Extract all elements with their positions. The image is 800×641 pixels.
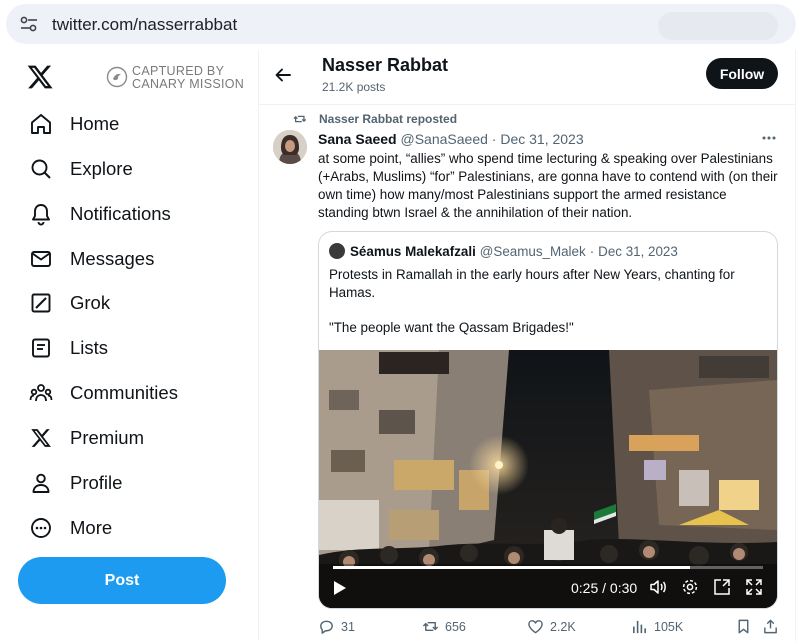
- tweet-text: at some point, “allies” who spend time l…: [318, 151, 778, 220]
- quoted-author-name: Séamus Malekafzali: [350, 243, 476, 259]
- repost-icon: [293, 115, 307, 123]
- sidebar-item-messages[interactable]: Messages: [18, 239, 154, 279]
- video-controls: 0:25 / 0:30: [319, 564, 777, 608]
- sidebar-item-label: Profile: [70, 472, 123, 493]
- browser-address-bar: twitter.com/nasserrabbat: [0, 0, 800, 50]
- more-circle-icon: [28, 515, 54, 541]
- repost-button[interactable]: 656: [422, 618, 466, 635]
- sidebar-item-label: Notifications: [70, 203, 171, 224]
- post-count: 21.2K posts: [322, 80, 386, 94]
- quoted-tweet[interactable]: Séamus Malekafzali @Seamus_Malek · Dec 3…: [318, 231, 778, 609]
- video-time: 0:25 / 0:30: [571, 580, 638, 596]
- tweet-date[interactable]: Dec 31, 2023: [500, 131, 583, 147]
- home-icon: [28, 111, 54, 137]
- sidebar-item-more[interactable]: More: [18, 508, 112, 548]
- avatar-image: [273, 130, 307, 164]
- reply-icon: [320, 620, 333, 634]
- sidebar-item-premium[interactable]: Premium: [18, 418, 144, 458]
- tweet-author-name[interactable]: Sana Saeed: [318, 131, 397, 147]
- search-icon: [28, 156, 54, 182]
- main-column: Nasser Rabbat 21.2K posts Follow Nasser …: [258, 50, 796, 641]
- quoted-text-line2: "The people want the Qassam Brigades!": [329, 320, 574, 335]
- sidebar-item-explore[interactable]: Explore: [18, 149, 133, 189]
- repost-indicator: Nasser Rabbat reposted: [293, 112, 457, 126]
- x-logo-icon: [28, 425, 54, 451]
- follow-button[interactable]: Follow: [706, 58, 778, 89]
- quoted-text-line1: Protests in Ramallah in the early hours …: [329, 267, 735, 300]
- url-bar[interactable]: twitter.com/nasserrabbat: [6, 4, 796, 44]
- share-icon[interactable]: [762, 618, 779, 635]
- url-text[interactable]: twitter.com/nasserrabbat: [52, 15, 237, 35]
- quoted-tweet-header: Séamus Malekafzali @Seamus_Malek · Dec 3…: [329, 243, 678, 259]
- people-icon: [28, 380, 54, 406]
- back-arrow-icon[interactable]: [273, 65, 293, 85]
- settings-gear-icon[interactable]: [681, 578, 699, 596]
- browser-toolbar-icons: [658, 12, 778, 40]
- heart-icon: [528, 620, 543, 634]
- tweet-header: Sana Saeed @SanaSaeed · Dec 31, 2023: [318, 131, 584, 147]
- fullscreen-icon[interactable]: [745, 578, 763, 596]
- tweet-author-handle[interactable]: @SanaSaeed: [401, 131, 488, 147]
- like-count: 2.2K: [550, 619, 576, 634]
- bookmark-icon[interactable]: [735, 618, 752, 635]
- sidebar-item-label: Messages: [70, 248, 155, 269]
- quoted-author-handle: @Seamus_Malek: [479, 243, 586, 259]
- watermark-line1: CAPTURED BY: [132, 64, 225, 78]
- canary-logo-icon: [106, 66, 128, 88]
- envelope-icon: [28, 246, 54, 272]
- sidebar-item-label: Premium: [70, 427, 145, 448]
- sidebar-item-notifications[interactable]: Notifications: [18, 194, 171, 234]
- reply-button[interactable]: 31: [318, 618, 355, 635]
- avatar[interactable]: [273, 130, 307, 164]
- x-logo-icon[interactable]: [26, 63, 54, 91]
- bar-chart-icon: [633, 620, 646, 634]
- volume-icon[interactable]: [649, 578, 667, 596]
- views-button[interactable]: 105K: [631, 618, 683, 635]
- watermark: CAPTURED BY CANARY MISSION: [106, 65, 246, 93]
- more-options-icon[interactable]: [761, 133, 777, 143]
- sidebar-item-communities[interactable]: Communities: [18, 373, 178, 413]
- sidebar-item-profile[interactable]: Profile: [18, 463, 122, 503]
- repost-label: Nasser Rabbat reposted: [319, 112, 458, 126]
- grok-icon: [28, 290, 54, 316]
- separator: ·: [491, 131, 497, 147]
- like-button[interactable]: 2.2K: [527, 618, 576, 635]
- repost-count: 656: [445, 619, 466, 634]
- post-button[interactable]: Post: [18, 557, 226, 604]
- sidebar-item-label: Grok: [70, 292, 111, 313]
- sidebar: CAPTURED BY CANARY MISSION Home Explore N…: [0, 50, 258, 641]
- site-settings-icon[interactable]: [20, 16, 38, 32]
- repost-icon: [422, 622, 439, 631]
- video-progress-fill: [333, 566, 690, 569]
- list-icon: [28, 335, 54, 361]
- sidebar-item-label: More: [70, 517, 113, 538]
- profile-name: Nasser Rabbat: [322, 55, 449, 75]
- sidebar-item-home[interactable]: Home: [18, 104, 119, 144]
- sidebar-item-label: Communities: [70, 382, 178, 403]
- sidebar-item-lists[interactable]: Lists: [18, 328, 108, 368]
- tweet-actions: 31 656 2.2K 105K: [318, 618, 788, 638]
- sidebar-item-label: Lists: [70, 337, 109, 358]
- sidebar-item-label: Home: [70, 113, 120, 134]
- sidebar-item-label: Explore: [70, 158, 133, 179]
- person-icon: [28, 470, 54, 496]
- reply-count: 31: [341, 619, 355, 634]
- quoted-tweet-text: Protests in Ramallah in the early hours …: [329, 266, 769, 354]
- profile-header: Nasser Rabbat 21.2K posts Follow: [259, 50, 795, 105]
- video-icon-group: [649, 578, 763, 596]
- watermark-text: CAPTURED BY CANARY MISSION: [132, 65, 244, 91]
- play-icon[interactable]: [333, 580, 347, 596]
- quoted-avatar: [329, 243, 345, 259]
- view-count: 105K: [654, 619, 684, 634]
- separator: ·: [589, 243, 595, 259]
- sidebar-item-grok[interactable]: Grok: [18, 283, 110, 323]
- picture-in-picture-icon[interactable]: [713, 578, 731, 596]
- watermark-line2: CANARY MISSION: [132, 77, 245, 91]
- video-player[interactable]: 0:25 / 0:30: [319, 350, 777, 608]
- bell-icon: [28, 201, 54, 227]
- quoted-date: Dec 31, 2023: [598, 243, 678, 259]
